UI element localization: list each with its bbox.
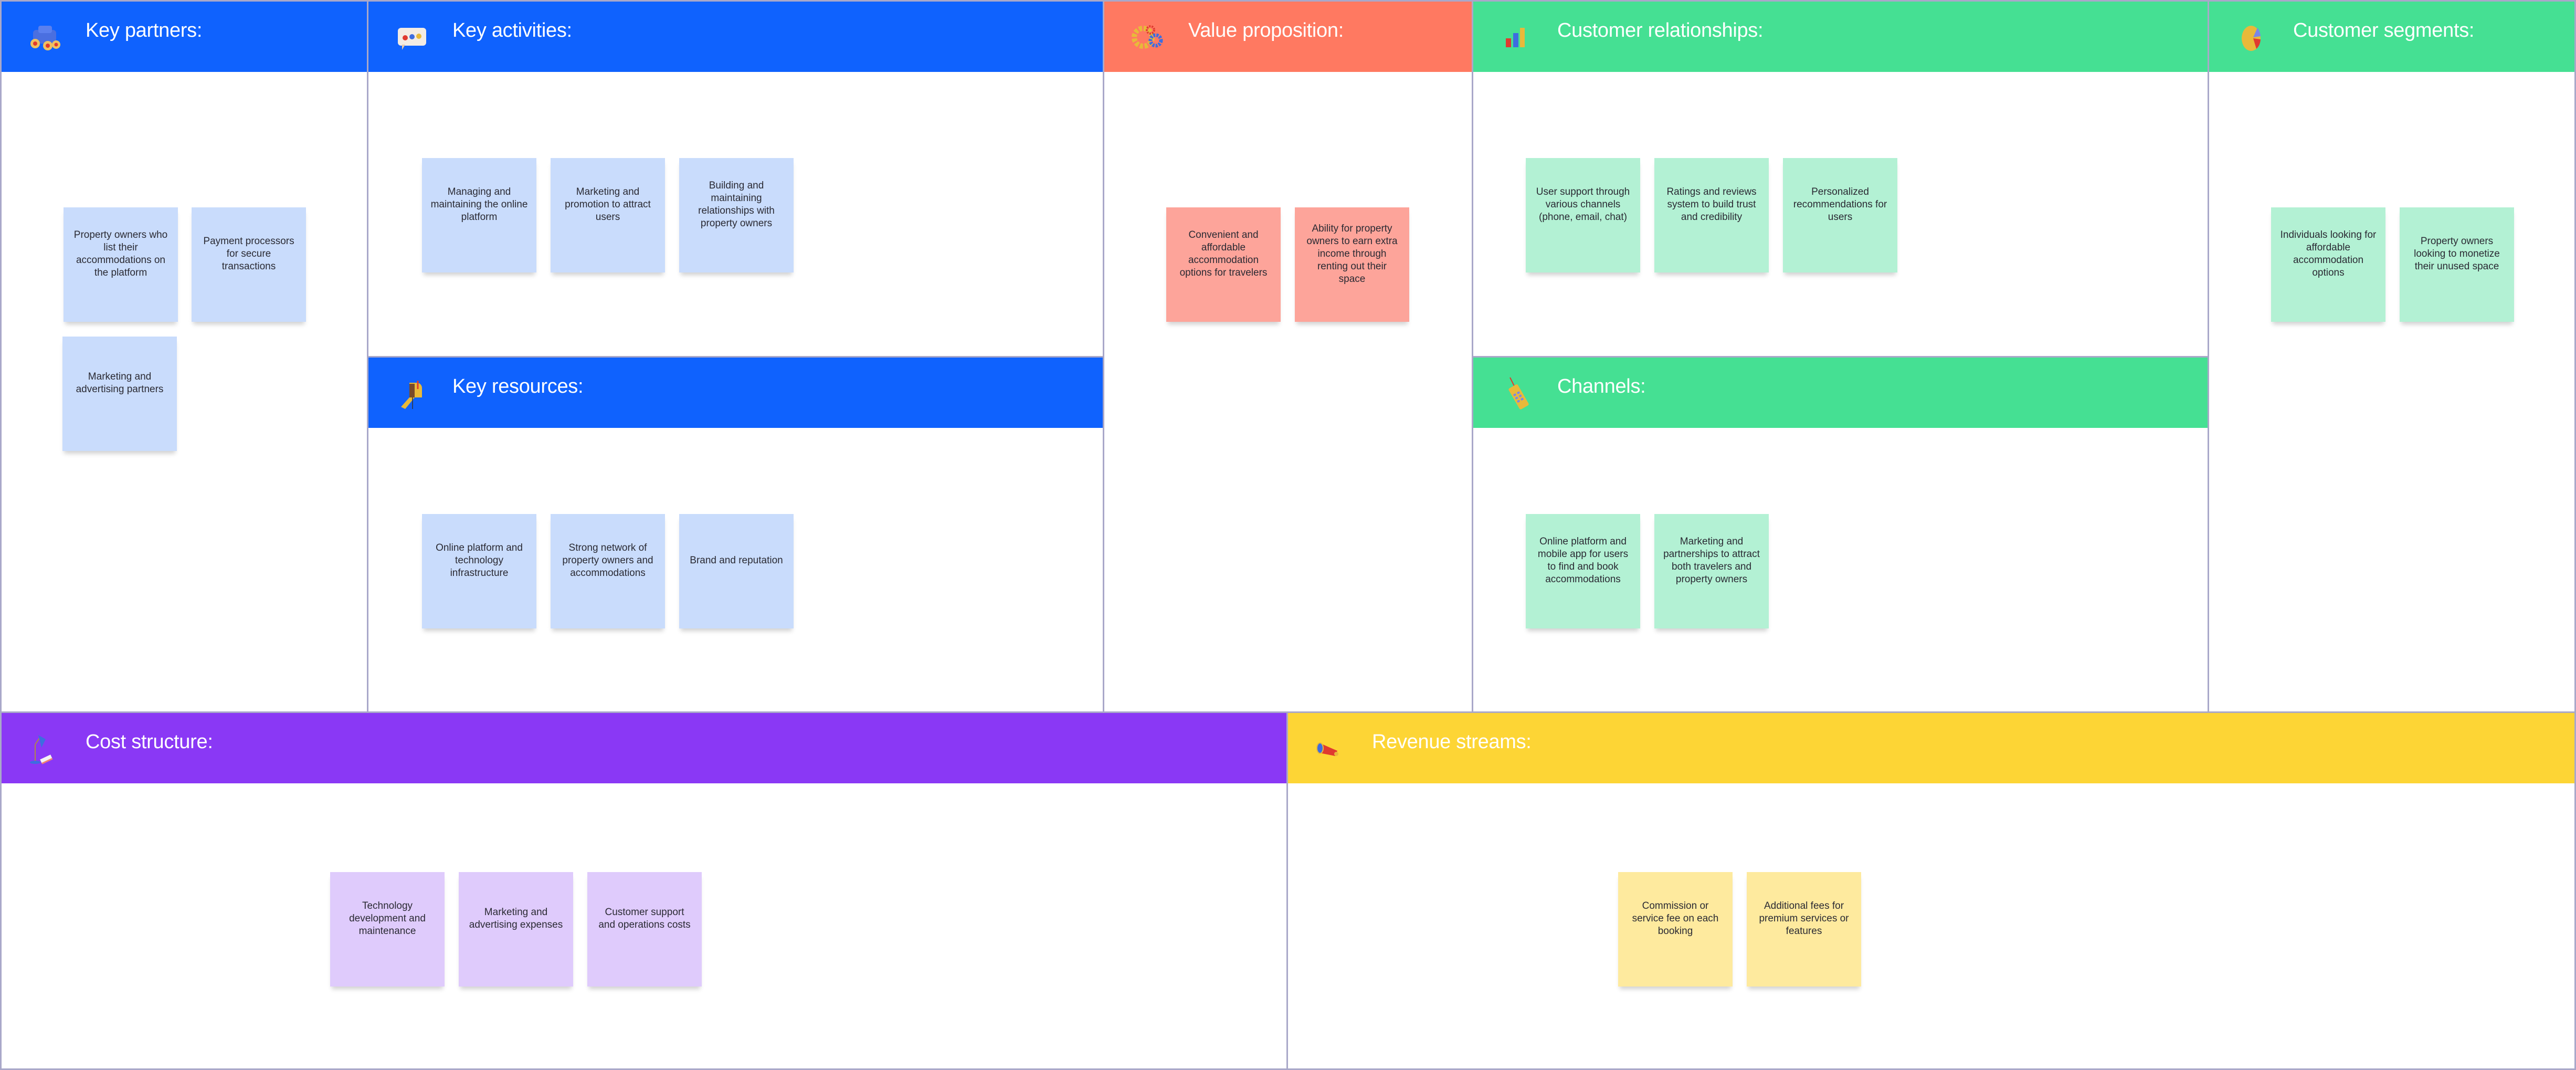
chat-bubble-icon	[398, 28, 426, 50]
pie-chart-icon	[2242, 26, 2261, 51]
sticky-note[interactable]: Ratings and reviews system to build trus…	[1654, 158, 1769, 272]
key-resources-header: Key resources:	[368, 358, 1103, 428]
sticky-note[interactable]: Individuals looking for affordable accom…	[2271, 207, 2385, 322]
sticky-note[interactable]: Personalized recommendations for users	[1783, 158, 1897, 272]
sticky-note[interactable]: Property owners who list their accommoda…	[64, 207, 178, 322]
revenue-streams-title: Revenue streams:	[1372, 731, 1532, 753]
section-customer-relationships: Customer relationships: User support thr…	[1472, 0, 2209, 358]
sticky-note[interactable]: Customer support and operations costs	[587, 872, 702, 987]
key-activities-header: Key activities:	[368, 2, 1103, 72]
sticky-note[interactable]: Building and maintaining relationships w…	[679, 158, 794, 272]
sticky-note[interactable]: Online platform and mobile app for users…	[1526, 514, 1640, 628]
sticky-note[interactable]: Marketing and advertising expenses	[459, 872, 573, 987]
sticky-note[interactable]: Brand and reputation	[679, 514, 794, 628]
channels-title: Channels:	[1557, 375, 1646, 397]
sticky-note[interactable]: Technology development and maintenance	[330, 872, 445, 987]
sticky-note[interactable]: Marketing and advertising partners	[62, 337, 177, 451]
customer-relationships-title: Customer relationships:	[1557, 19, 1764, 41]
section-key-resources: Key resources: Online platform and techn…	[367, 356, 1104, 713]
key-activities-title: Key activities:	[452, 19, 572, 41]
key-partners-title: Key partners:	[86, 19, 203, 41]
sticky-note[interactable]: Marketing and promotion to attract users	[551, 158, 665, 272]
toy-car-icon	[30, 26, 60, 50]
customer-segments-header: Customer segments:	[2209, 2, 2574, 72]
cost-structure-header: Cost structure:	[2, 713, 1288, 783]
megaphone-icon	[1316, 742, 1338, 756]
section-customer-segments: Customer segments: Individuals looking f…	[2208, 0, 2576, 713]
mobile-phone-icon	[1508, 377, 1529, 410]
channels-header: Channels:	[1473, 358, 2208, 428]
section-cost-structure: Cost structure: Technology development a…	[0, 711, 1290, 1070]
sticky-note[interactable]: Marketing and partnerships to attract bo…	[1654, 514, 1769, 628]
cost-structure-title: Cost structure:	[86, 731, 213, 753]
value-proposition-header: Value proposition:	[1104, 2, 1472, 72]
section-key-activities: Key activities: Managing and maintaining…	[367, 0, 1104, 358]
sticky-note[interactable]: Commission or service fee on each bookin…	[1618, 872, 1733, 987]
section-key-partners: Key partners: Property owners who list t…	[0, 0, 368, 713]
key-partners-header: Key partners:	[2, 2, 367, 72]
mailbox-icon	[401, 381, 422, 409]
revenue-streams-header: Revenue streams:	[1288, 713, 2574, 783]
section-revenue-streams: Revenue streams: Commission or service f…	[1286, 711, 2576, 1070]
bar-chart-icon	[1506, 28, 1525, 47]
value-proposition-title: Value proposition:	[1188, 19, 1344, 41]
customer-segments-title: Customer segments:	[2293, 19, 2475, 41]
sticky-note[interactable]: Payment processors for secure transactio…	[192, 207, 306, 322]
key-resources-title: Key resources:	[452, 375, 584, 397]
section-channels: Channels: Online platform and mobile app…	[1472, 356, 2209, 713]
desk-lamp-icon	[30, 735, 53, 764]
sticky-note[interactable]: Convenient and affordable accommodation …	[1166, 207, 1281, 322]
section-value-proposition: Value proposition: Convenient and afford…	[1103, 0, 1473, 713]
sticky-note[interactable]: Online platform and technology infrastru…	[422, 514, 536, 628]
sticky-note[interactable]: Additional fees for premium services or …	[1747, 872, 1861, 987]
sticky-note[interactable]: Managing and maintaining the online plat…	[422, 158, 536, 272]
sticky-note[interactable]: Ability for property owners to earn extr…	[1295, 207, 1409, 322]
customer-relationships-header: Customer relationships:	[1473, 2, 2208, 72]
gears-icon	[1132, 25, 1163, 49]
sticky-note[interactable]: User support through various channels (p…	[1526, 158, 1640, 272]
sticky-note[interactable]: Property owners looking to monetize thei…	[2400, 207, 2514, 322]
sticky-note[interactable]: Strong network of property owners and ac…	[551, 514, 665, 628]
